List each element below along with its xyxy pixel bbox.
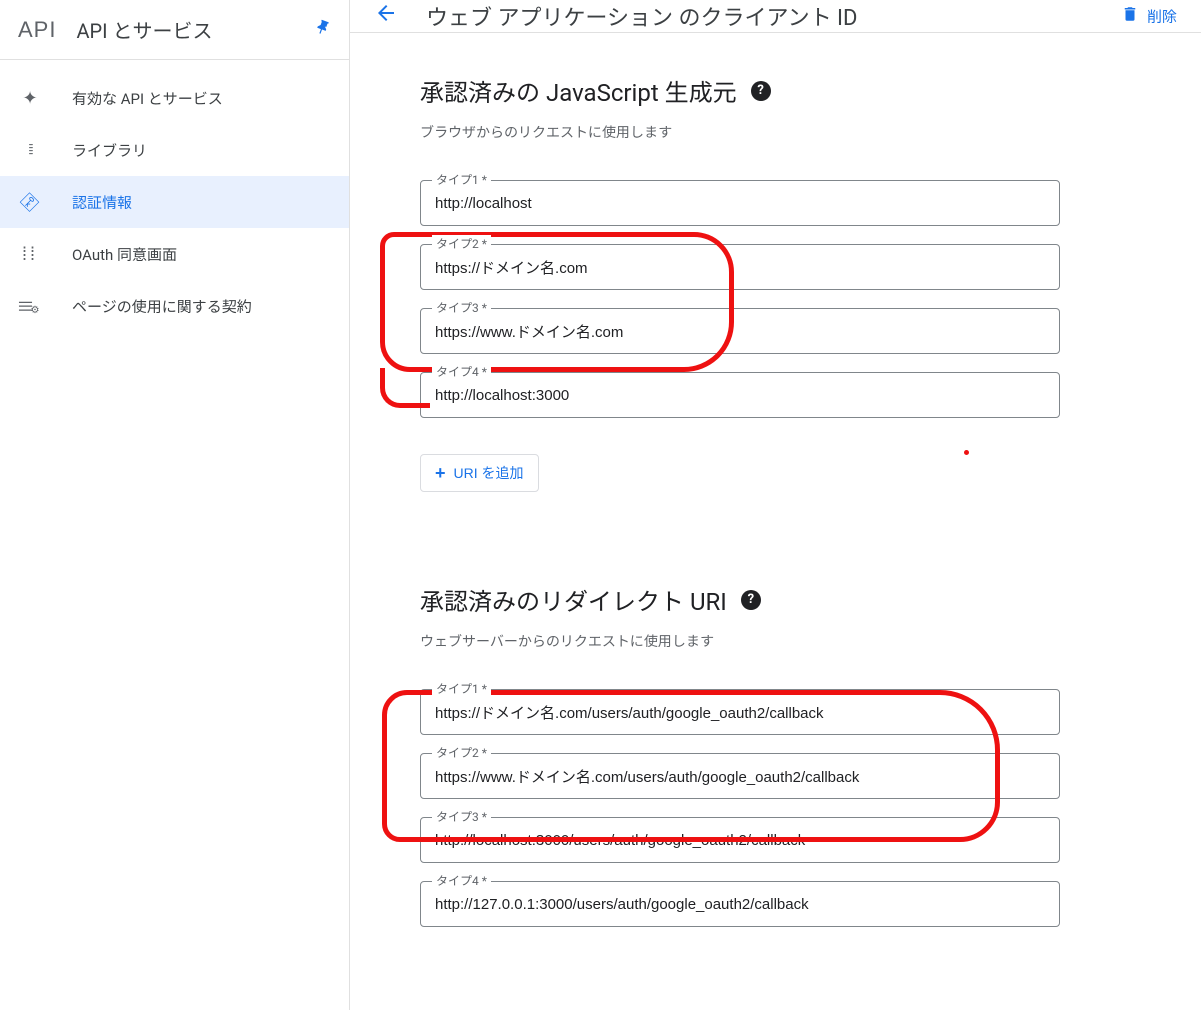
redirect-uri-field-label-2: タイプ2 * — [432, 744, 491, 761]
sidebar-header: API API とサービス — [0, 0, 349, 60]
redirect-uri-input-2[interactable] — [420, 753, 1060, 799]
js-origin-field-label-2: タイプ2 * — [432, 235, 491, 252]
main: ウェブ アプリケーション のクライアント ID 削除 承認済みの JavaScr… — [350, 0, 1201, 1010]
lib-icon — [18, 142, 42, 158]
redirect-uris-title: 承認済みのリダイレクト URI — [420, 582, 727, 617]
nav-label: ページの使用に関する契約 — [72, 296, 252, 317]
js-origin-input-3[interactable] — [420, 308, 1060, 354]
nav-label: 認証情報 — [72, 192, 132, 213]
redirect-uri-field-3: タイプ3 * — [420, 817, 1060, 863]
js-origin-input-4[interactable] — [420, 372, 1060, 418]
help-icon[interactable]: ? — [751, 81, 771, 101]
nav-library[interactable]: ライブラリ — [0, 124, 349, 176]
redirect-uri-field-1: タイプ1 * — [420, 689, 1060, 735]
js-origins-desc: ブラウザからのリクエストに使用します — [420, 122, 1060, 142]
main-header: ウェブ アプリケーション のクライアント ID 削除 — [350, 0, 1201, 33]
help-icon[interactable]: ? — [741, 590, 761, 610]
redirect-uri-field-2: タイプ2 * — [420, 753, 1060, 799]
redirect-uri-input-3[interactable] — [420, 817, 1060, 863]
delete-button[interactable]: 削除 — [1121, 5, 1177, 28]
plus-icon: + — [435, 463, 446, 484]
key-icon — [18, 190, 42, 214]
js-origin-field-1: タイプ1 * — [420, 180, 1060, 226]
redirect-uri-input-4[interactable] — [420, 881, 1060, 927]
nav-label: ライブラリ — [72, 140, 147, 161]
delete-label: 削除 — [1147, 6, 1177, 27]
js-origin-field-3: タイプ3 * — [420, 308, 1060, 354]
nav-enabled-apis[interactable]: 有効な API とサービス — [0, 72, 349, 124]
js-origin-field-2: タイプ2 * — [420, 244, 1060, 290]
redirect-uri-field-label-3: タイプ3 * — [432, 808, 491, 825]
usage-icon — [18, 293, 42, 319]
js-origin-field-label-4: タイプ4 * — [432, 363, 491, 380]
pin-icon[interactable] — [309, 15, 334, 44]
nav-oauth-consent[interactable]: OAuth 同意画面 — [0, 228, 349, 280]
js-origin-input-1[interactable] — [420, 180, 1060, 226]
redirect-uri-field-label-4: タイプ4 * — [432, 872, 491, 889]
js-origin-field-4: タイプ4 * — [420, 372, 1060, 418]
sidebar-nav: 有効な API とサービスライブラリ認証情報 OAuth 同意画面ページの使用に関… — [0, 60, 349, 332]
section-redirect-uris: 承認済みのリダイレクト URI ? ウェブサーバーからのリクエストに使用します … — [420, 582, 1060, 927]
add-uri-button[interactable]: + URI を追加 — [420, 454, 539, 492]
sidebar-title: API とサービス — [76, 15, 313, 44]
nav-label: 有効な API とサービス — [72, 88, 223, 109]
js-origin-input-2[interactable] — [420, 244, 1060, 290]
back-button[interactable] — [374, 1, 398, 31]
redirect-uri-field-4: タイプ4 * — [420, 881, 1060, 927]
nav-label: OAuth 同意画面 — [72, 244, 177, 265]
trash-icon — [1121, 5, 1139, 28]
dots-icon — [18, 88, 42, 109]
sidebar: API API とサービス 有効な API とサービスライブラリ認証情報 OAut… — [0, 0, 350, 1010]
consent-icon — [18, 244, 42, 265]
nav-credentials[interactable]: 認証情報 — [0, 176, 349, 228]
redirect-uri-field-label-1: タイプ1 * — [432, 680, 491, 697]
section-js-origins: 承認済みの JavaScript 生成元 ? ブラウザからのリクエストに使用しま… — [420, 73, 1060, 492]
redirect-uris-desc: ウェブサーバーからのリクエストに使用します — [420, 631, 1060, 651]
content: 承認済みの JavaScript 生成元 ? ブラウザからのリクエストに使用しま… — [350, 33, 1130, 1010]
page-title: ウェブ アプリケーション のクライアント ID — [426, 0, 1121, 32]
js-origin-field-label-1: タイプ1 * — [432, 171, 491, 188]
js-origin-field-label-3: タイプ3 * — [432, 299, 491, 316]
add-uri-label: URI を追加 — [454, 463, 524, 483]
redirect-uri-input-1[interactable] — [420, 689, 1060, 735]
js-origins-title: 承認済みの JavaScript 生成元 — [420, 73, 737, 108]
nav-page-usage[interactable]: ページの使用に関する契約 — [0, 280, 349, 332]
api-logo: API — [18, 17, 56, 43]
